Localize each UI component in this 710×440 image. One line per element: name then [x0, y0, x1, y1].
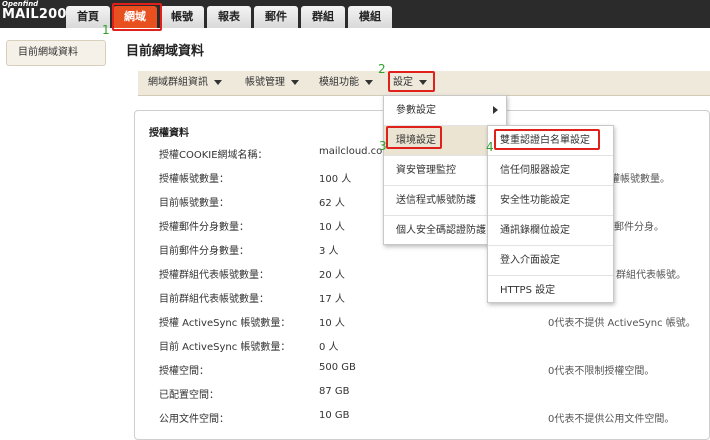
tab-mail[interactable]: 郵件	[254, 6, 298, 28]
row-value: 62 人	[319, 198, 345, 209]
menu-item-login-interface[interactable]: 登入介面設定	[488, 246, 613, 276]
tab-groups[interactable]: 群組	[301, 6, 345, 28]
row-note: 0代表不提供 ActiveSync 帳號。	[548, 318, 696, 329]
menu-item-https[interactable]: HTTPS 設定	[488, 276, 613, 306]
menu-item-label: 登入介面設定	[500, 255, 560, 266]
sidebar-item-current-domain[interactable]: 目前網域資料	[6, 40, 106, 66]
menu-item-label: 通訊錄欄位設定	[500, 225, 570, 236]
row-label: 授權帳號數量：	[159, 174, 229, 185]
subnav-label: 帳號管理	[245, 77, 285, 88]
2fa-whitelist-highlight	[494, 129, 600, 150]
row-value: mailcloud.co	[319, 146, 383, 157]
row-note: 0代表不限制授權空間。	[548, 366, 655, 377]
environment-submenu: 雙重認證白名單設定 信任伺服器設定 安全性功能設定 通訊錄欄位設定 登入介面設定…	[487, 125, 614, 303]
menu-item-trusted-server[interactable]: 信任伺服器設定	[488, 156, 613, 186]
row-label: 目前帳號數量：	[159, 198, 229, 209]
row-label: 授權空間：	[159, 366, 209, 377]
tab-domain-highlight	[112, 3, 162, 31]
chevron-right-icon	[493, 106, 498, 114]
row-value: 10 人	[319, 222, 345, 233]
menu-item-label: 參數設定	[396, 105, 436, 116]
logo-big: MAIL2000	[2, 7, 76, 22]
row-value: 100 人	[319, 174, 352, 185]
menu-item-contact-fields[interactable]: 通訊錄欄位設定	[488, 216, 613, 246]
row-value: 0 人	[319, 342, 339, 353]
step-number-3: 3	[379, 139, 387, 153]
menu-item-label: 個人安全碼認證防護	[396, 225, 486, 236]
row-label: 目前 ActiveSync 帳號數量：	[159, 342, 291, 353]
row-label: 授權COOKIE網域名稱：	[159, 150, 268, 161]
caret-down-icon	[291, 79, 299, 85]
row-label: 目前群組代表帳號數量：	[159, 294, 269, 305]
tab-reports[interactable]: 報表	[207, 6, 251, 28]
menu-item-parameter-settings[interactable]: 參數設定	[384, 96, 506, 126]
row-label: 授權郵件分身數量：	[159, 222, 249, 233]
menu-item-label: 安全性功能設定	[500, 195, 570, 206]
tab-accounts[interactable]: 帳號	[160, 6, 204, 28]
row-value: 10 人	[319, 318, 345, 329]
row-label: 已配置空間：	[159, 390, 219, 401]
environment-settings-highlight	[386, 126, 442, 149]
row-value: 87 GB	[319, 386, 350, 397]
tab-modules[interactable]: 模組	[348, 6, 392, 28]
step-number-4: 4	[486, 140, 494, 154]
menu-item-label: HTTPS 設定	[500, 285, 556, 296]
section-title: 授權資料	[149, 128, 189, 139]
row-value: 500 GB	[319, 362, 356, 373]
row-note: 0代表不提供公用文件空間。	[548, 414, 675, 425]
settings-highlight	[388, 71, 435, 92]
row-value: 3 人	[319, 246, 339, 257]
row-value: 10 GB	[319, 410, 350, 421]
row-value: 17 人	[319, 294, 345, 305]
menu-item-label: 資安管理監控	[396, 165, 456, 176]
step-number-1: 1	[102, 23, 110, 37]
caret-down-icon	[214, 79, 222, 85]
row-label: 授權 ActiveSync 帳號數量：	[159, 318, 291, 329]
menu-item-security-features[interactable]: 安全性功能設定	[488, 186, 613, 216]
row-label: 公用文件空間：	[159, 414, 229, 425]
row-note: 群組代表帳號。	[616, 270, 686, 281]
subnav-label: 網域群組資訊	[148, 77, 208, 88]
subnav-domain-group-info[interactable]: 網域群組資訊	[148, 71, 222, 95]
page-title: 目前網域資料	[126, 44, 205, 59]
menu-item-label: 信任伺服器設定	[500, 165, 570, 176]
step-number-2: 2	[378, 62, 386, 76]
subnav-label: 模組功能	[319, 77, 359, 88]
subnav-account-management[interactable]: 帳號管理	[245, 71, 299, 95]
subnav-module-functions[interactable]: 模組功能	[319, 71, 373, 95]
menu-item-label: 送信程式帳號防護	[396, 195, 476, 206]
row-note: 郵件分身。	[614, 222, 664, 233]
caret-down-icon	[365, 79, 373, 85]
row-label: 授權群組代表帳號數量：	[159, 270, 269, 281]
row-label: 目前郵件分身數量：	[159, 246, 249, 257]
app-logo[interactable]: Openfind MAIL2000	[2, 1, 76, 22]
row-value: 20 人	[319, 270, 345, 281]
